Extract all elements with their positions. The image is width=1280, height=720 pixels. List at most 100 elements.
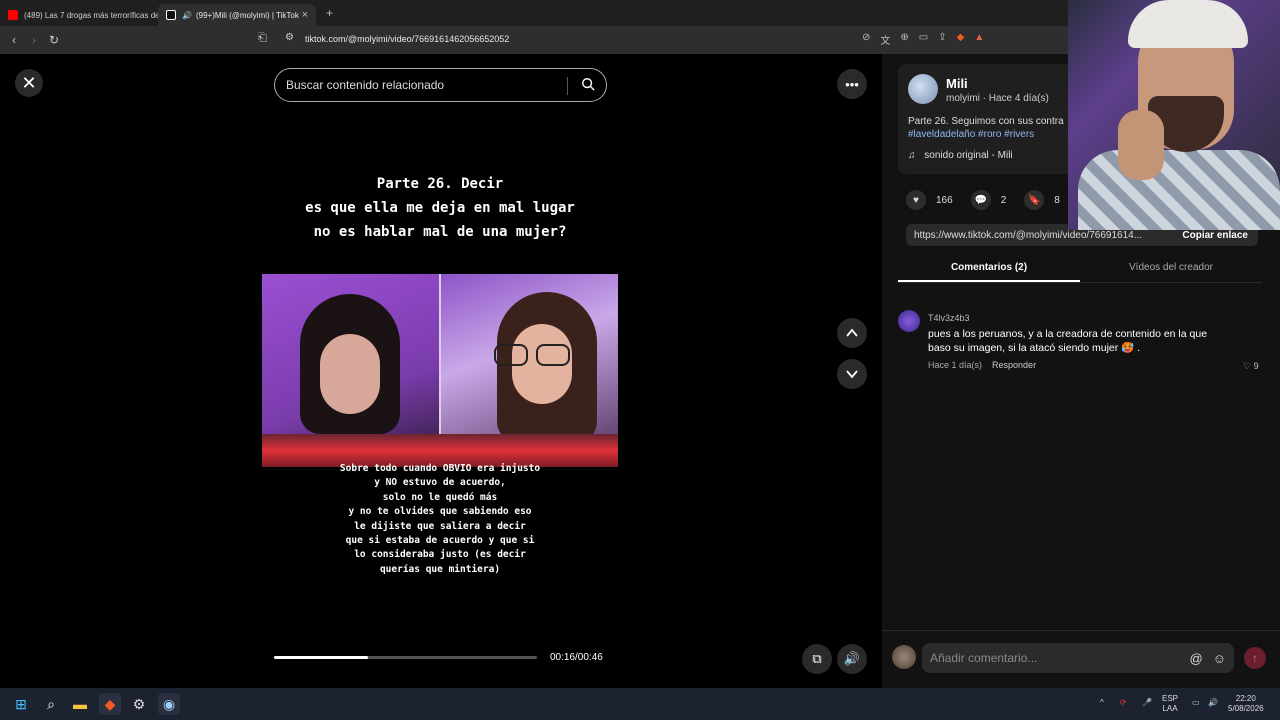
glasses <box>494 344 574 366</box>
comment-likes[interactable]: ♡ 9 <box>1243 361 1259 372</box>
comments-count: 2 <box>1000 194 1007 206</box>
chevron-up-icon <box>846 328 858 337</box>
network-icon[interactable]: ▭ <box>1192 698 1200 708</box>
close-button[interactable]: ✕ <box>15 69 43 97</box>
back-arrow-icon[interactable]: ‹ <box>4 33 24 47</box>
next-video-button[interactable] <box>837 359 867 389</box>
hashtags[interactable]: #laveldadelaño #roro #rivers <box>908 129 1034 140</box>
tiktok-favicon-icon <box>166 10 176 20</box>
video-description: Parte 26. Seguimos con sus contra <box>908 116 1064 127</box>
sound-link[interactable]: ♫ sonido original - Mili <box>908 150 1013 161</box>
cast-icon[interactable]: ▭ <box>919 32 928 47</box>
tab-title: (489) Las 7 drogas más terroríficas de <box>24 10 158 20</box>
comment-composer: Añadir comentario... @ ☺ ↑ <box>882 630 1280 688</box>
panel-tabs: Comentarios (2) Vídeos del creador <box>898 257 1262 283</box>
bookmark-icon[interactable]: 🔖 <box>1024 190 1045 210</box>
site-info-icon[interactable]: ⚙ <box>285 32 294 43</box>
floating-player-button[interactable]: ⧉ <box>802 644 832 674</box>
browser-tab-active[interactable]: 🔊 (99+)Mili (@molyimi) | TikTok × <box>158 4 316 26</box>
volume-button[interactable]: 🔊 <box>837 644 867 674</box>
clock[interactable]: 22:20 5/08/2026 <box>1228 694 1264 714</box>
app-icon[interactable]: ⚙ <box>128 693 150 715</box>
clock-date: 5/08/2026 <box>1228 704 1264 713</box>
search-icon[interactable] <box>581 77 595 91</box>
comment-meta: Hace 1 día(s) Responder <box>928 360 1036 370</box>
person-left-face <box>320 334 380 414</box>
emoji-icon[interactable]: ☺ <box>1213 651 1226 666</box>
commenter-name[interactable]: T4lv3z4b3 <box>928 313 970 323</box>
video-player[interactable]: Buscar contenido relacionado Parte 26. D… <box>262 54 618 688</box>
url-field[interactable]: tiktok.com/@molyimi/video/76691614620566… <box>305 34 509 44</box>
tab-comments[interactable]: Comentarios (2) <box>898 257 1080 282</box>
comment-placeholder: Añadir comentario... <box>930 651 1038 665</box>
more-options-button[interactable]: ••• <box>837 69 867 99</box>
comment-icon[interactable]: 💬 <box>970 190 991 210</box>
progress-bar[interactable] <box>274 656 537 659</box>
author-name[interactable]: Mili <box>946 76 968 91</box>
video-time: 00:16/00:46 <box>550 652 603 663</box>
brave-shield-icon[interactable]: ◆ <box>957 32 965 47</box>
share-link[interactable]: https://www.tiktok.com/@molyimi/video/76… <box>914 230 1142 241</box>
forward-arrow-icon[interactable]: › <box>24 33 44 47</box>
windows-taskbar: ⊞ ⌕ ▬ ◆ ⚙ ◉ ^ ⟳ 🎤 ESP LAA ▭ 🔊 22:20 5/08… <box>0 688 1280 720</box>
commenter-avatar[interactable] <box>898 310 920 332</box>
caption-line: y NO estuvo de acuerdo, <box>374 477 506 489</box>
browser-tab[interactable]: (489) Las 7 drogas más terroríficas de <box>0 4 158 26</box>
lang-bottom: LAA <box>1162 704 1178 713</box>
mic-icon[interactable]: 🎤 <box>1142 698 1152 708</box>
progress-fill <box>274 656 368 659</box>
camera-off-icon[interactable]: ⊘ <box>862 32 870 47</box>
comment-likes-count: 9 <box>1253 361 1259 371</box>
volume-tray-icon[interactable]: 🔊 <box>1208 698 1218 708</box>
steam-icon[interactable]: ◉ <box>158 693 180 715</box>
windows-start-icon[interactable]: ⊞ <box>10 693 32 715</box>
previous-video-button[interactable] <box>837 318 867 348</box>
search-bar[interactable]: Buscar contenido relacionado <box>274 68 607 102</box>
file-explorer-icon[interactable]: ▬ <box>69 693 91 715</box>
share-icon[interactable]: ⇪ <box>938 32 946 47</box>
bookmark-icon[interactable]: ⎗ <box>258 32 267 45</box>
author-avatar[interactable] <box>908 74 938 104</box>
new-tab-button[interactable]: + <box>326 6 333 20</box>
title-line: no es hablar mal de una mujer? <box>313 224 567 240</box>
send-button[interactable]: ↑ <box>1244 647 1266 669</box>
zoom-icon[interactable]: ⊕ <box>900 32 908 47</box>
comment-input[interactable]: Añadir comentario... @ ☺ <box>922 643 1234 673</box>
lang-top: ESP <box>1162 694 1179 703</box>
more-dots-icon: ••• <box>845 76 859 92</box>
youtube-favicon-icon <box>8 10 18 20</box>
tab-close-icon[interactable]: × <box>302 9 308 21</box>
arrow-up-icon: ↑ <box>1252 651 1258 665</box>
mention-icon[interactable]: @ <box>1190 651 1203 666</box>
webcam-overlay <box>1068 0 1280 230</box>
chevron-down-icon <box>846 370 858 379</box>
rewards-icon[interactable]: ▲ <box>974 32 984 47</box>
author-meta: molyimi · Hace 4 día(s) <box>946 93 1049 104</box>
search-input[interactable]: Buscar contenido relacionado <box>286 78 444 92</box>
reload-icon[interactable]: ↻ <box>44 33 64 47</box>
toolbar-icons: ⊘ 文 ⊕ ▭ ⇪ ◆ ▲ <box>862 32 984 47</box>
brave-icon[interactable]: ◆ <box>99 693 121 715</box>
tray-chevron-icon[interactable]: ^ <box>1100 698 1104 708</box>
caption-line: que si estaba de acuerdo y que si <box>345 535 535 547</box>
heart-icon[interactable]: ♥ <box>906 190 926 210</box>
language-indicator[interactable]: ESP LAA <box>1162 694 1178 714</box>
volume-icon: 🔊 <box>843 651 861 666</box>
tab-title: (99+)Mili (@molyimi) | TikTok <box>195 10 299 20</box>
clock-time: 22:20 <box>1235 694 1256 703</box>
video-frame-image <box>262 274 618 467</box>
tab-creator-videos[interactable]: Vídeos del creador <box>1080 257 1262 282</box>
reply-button[interactable]: Responder <box>992 360 1036 370</box>
caption-line: Sobre todo cuando OBVIO era injusto <box>339 463 541 474</box>
sync-icon[interactable]: ⟳ <box>1120 698 1127 708</box>
translate-icon[interactable]: 文 <box>880 32 890 47</box>
heart-outline-icon: ♡ <box>1243 361 1252 371</box>
sound-label: sonido original - Mili <box>924 150 1013 161</box>
video-caption-overlay: Sobre todo cuando OBVIO era injusto y NO… <box>262 462 618 577</box>
speaker-icon: 🔊 <box>182 10 192 20</box>
search-icon[interactable]: ⌕ <box>40 693 62 715</box>
saves-count: 8 <box>1054 194 1060 206</box>
user-avatar[interactable] <box>892 645 916 669</box>
engagement-stats: ♥ 166 💬 2 🔖 8 <box>906 190 1060 210</box>
copy-link-button[interactable]: Copiar enlace <box>1182 230 1258 241</box>
